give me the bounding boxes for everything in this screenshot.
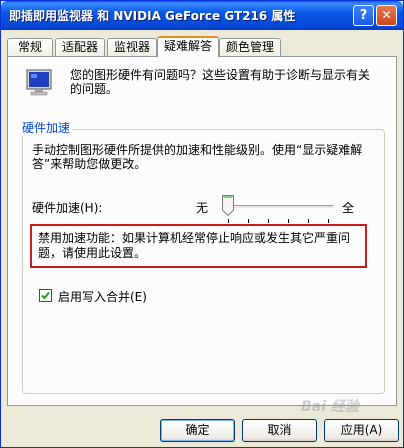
checkmark-icon — [41, 291, 50, 300]
watermark: Bai 经验 — [301, 399, 359, 415]
write-combining-checkbox[interactable] — [39, 289, 52, 302]
slider-tick — [248, 219, 249, 223]
slider-tick — [228, 219, 229, 223]
slider-min-label: 无 — [196, 201, 209, 215]
acceleration-warning-text: 禁用加速功能：如果计算机经常停止响应或发生其它严重问题，请使用此设置。 — [38, 231, 351, 260]
tab-monitor[interactable]: 监视器 — [107, 38, 157, 56]
ok-button[interactable]: 确定 — [160, 419, 235, 442]
acceleration-slider-track[interactable] — [222, 205, 334, 209]
slider-tick — [288, 219, 289, 223]
slider-tick — [328, 219, 329, 223]
tab-general[interactable]: 常规 — [7, 38, 53, 56]
hardware-acceleration-label: 硬件加速(H): — [32, 201, 103, 215]
slider-max-label: 全 — [342, 201, 355, 215]
slider-tick — [308, 219, 309, 223]
write-combining-label[interactable]: 启用写入合并(E) — [58, 288, 147, 305]
title-bar[interactable]: 即插即用监视器 和 NVIDIA GeForce GT216 属性 ? ✕ — [1, 1, 403, 30]
acceleration-slider-thumb[interactable] — [222, 195, 234, 216]
close-button[interactable]: ✕ — [376, 5, 397, 26]
tab-adapter[interactable]: 适配器 — [55, 38, 105, 56]
intro-text: 您的图形硬件有问题吗？这些设置有助于诊断与显示有关的问题。 — [70, 68, 371, 96]
group-title: 硬件加速 — [20, 119, 73, 136]
apply-button[interactable]: 应用(A) — [324, 419, 399, 442]
troubleshoot-panel: 您的图形硬件有问题吗？这些设置有助于诊断与显示有关的问题。 硬件加速 手动控制图… — [7, 56, 397, 406]
help-button[interactable]: ? — [353, 5, 374, 26]
tab-color-management[interactable]: 颜色管理 — [219, 38, 281, 56]
cancel-button[interactable]: 取消 — [242, 419, 317, 442]
tab-troubleshoot[interactable]: 疑难解答 — [157, 36, 219, 57]
slider-tick — [268, 219, 269, 223]
description-text: 手动控制图形硬件所提供的加速和性能级别。使用“显示疑难解答”来帮助您做更改。 — [32, 143, 363, 171]
window-title: 即插即用监视器 和 NVIDIA GeForce GT216 属性 — [9, 9, 296, 23]
monitor-icon — [26, 69, 52, 96]
properties-dialog: 即插即用监视器 和 NVIDIA GeForce GT216 属性 ? ✕ 常规… — [0, 0, 404, 448]
